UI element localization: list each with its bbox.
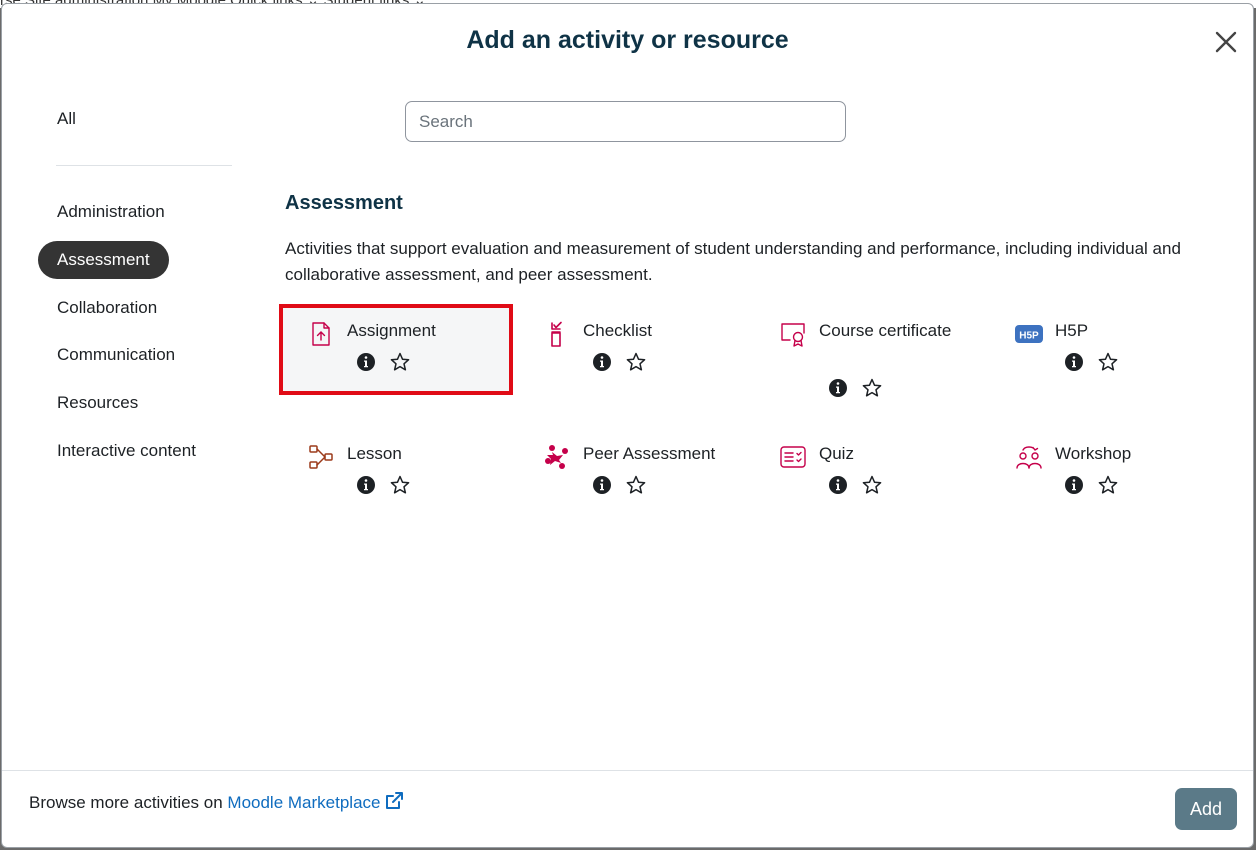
sidebar-item-collaboration[interactable]: Collaboration bbox=[38, 289, 176, 327]
activity-chooser-modal: Add an activity or resource All Administ… bbox=[1, 3, 1254, 848]
star-icon[interactable] bbox=[625, 351, 647, 373]
star-icon[interactable] bbox=[625, 474, 647, 496]
modal-title: Add an activity or resource bbox=[466, 26, 789, 54]
star-icon[interactable] bbox=[1097, 474, 1119, 496]
activity-name: Quiz bbox=[819, 444, 854, 463]
external-link-icon[interactable] bbox=[384, 791, 404, 811]
quiz-icon bbox=[779, 443, 807, 471]
info-icon[interactable] bbox=[591, 474, 613, 496]
star-icon[interactable] bbox=[389, 351, 411, 373]
section-title: Assessment bbox=[285, 192, 403, 214]
info-icon[interactable] bbox=[591, 351, 613, 373]
activity-peer-assessment[interactable]: Peer Assessment bbox=[515, 427, 749, 518]
sidebar-item-interactive-content[interactable]: Interactive content bbox=[38, 432, 215, 470]
close-icon bbox=[1215, 31, 1237, 53]
activity-h5p[interactable]: H5P H5P bbox=[987, 304, 1221, 395]
activity-course-certificate[interactable]: Course certificate bbox=[751, 304, 985, 414]
info-icon[interactable] bbox=[355, 351, 377, 373]
section-description: Activities that support evaluation and m… bbox=[285, 239, 1181, 284]
activity-name: Lesson bbox=[347, 444, 402, 463]
sidebar-item-administration[interactable]: Administration bbox=[38, 193, 184, 231]
moodle-marketplace-link[interactable]: Moodle Marketplace bbox=[227, 793, 380, 812]
sidebar-item-resources[interactable]: Resources bbox=[38, 384, 157, 422]
star-icon[interactable] bbox=[389, 474, 411, 496]
search-input[interactable] bbox=[405, 101, 846, 142]
star-icon[interactable] bbox=[861, 474, 883, 496]
workshop-icon bbox=[1015, 443, 1043, 471]
activity-name: Workshop bbox=[1055, 444, 1132, 463]
activity-lesson[interactable]: Lesson bbox=[279, 427, 513, 518]
activity-quiz[interactable]: Quiz bbox=[751, 427, 985, 518]
sidebar-divider bbox=[56, 165, 232, 166]
certificate-icon bbox=[779, 320, 807, 348]
activity-workshop[interactable]: Workshop bbox=[987, 427, 1221, 518]
info-icon[interactable] bbox=[1063, 351, 1085, 373]
close-button[interactable] bbox=[1212, 28, 1240, 56]
activity-name: Course certificate bbox=[819, 321, 952, 340]
activity-name: Peer Assessment bbox=[583, 444, 716, 463]
activity-assignment[interactable]: Assignment bbox=[279, 304, 513, 395]
info-icon[interactable] bbox=[827, 377, 849, 399]
star-icon[interactable] bbox=[1097, 351, 1119, 373]
lesson-icon bbox=[307, 443, 335, 471]
info-icon[interactable] bbox=[355, 474, 377, 496]
sidebar-item-assessment[interactable]: Assessment bbox=[38, 241, 169, 279]
activity-checklist[interactable]: Checklist bbox=[515, 304, 749, 395]
activity-name: Assignment bbox=[347, 321, 436, 340]
svg-text:H5P: H5P bbox=[1019, 331, 1039, 342]
sidebar-item-communication[interactable]: Communication bbox=[38, 336, 194, 374]
activity-name: Checklist bbox=[583, 321, 652, 340]
peer-assessment-icon bbox=[543, 443, 571, 471]
checklist-icon bbox=[543, 320, 571, 348]
h5p-icon: H5P bbox=[1015, 320, 1043, 348]
activity-name: H5P bbox=[1055, 321, 1089, 340]
footer-browse-text: Browse more activities on bbox=[29, 793, 228, 812]
info-icon[interactable] bbox=[827, 474, 849, 496]
footer-browse: Browse more activities on Moodle Marketp… bbox=[29, 791, 404, 813]
add-button[interactable]: Add bbox=[1175, 788, 1237, 830]
assignment-icon bbox=[307, 320, 335, 348]
info-icon[interactable] bbox=[1063, 474, 1085, 496]
sidebar-item-all[interactable]: All bbox=[38, 100, 95, 138]
star-icon[interactable] bbox=[861, 377, 883, 399]
footer-divider bbox=[2, 770, 1253, 771]
